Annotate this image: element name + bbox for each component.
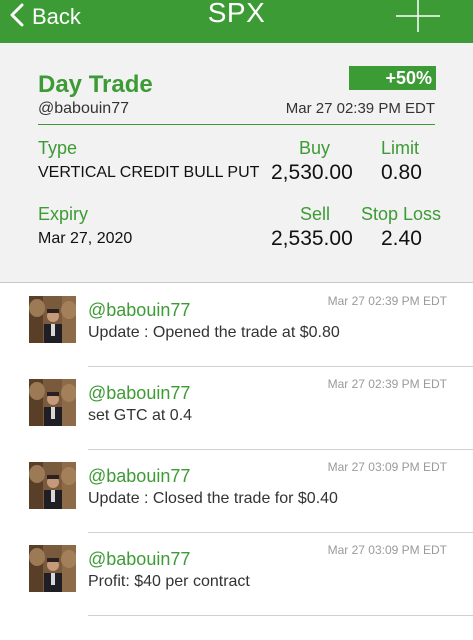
stop-loss-value: 2.40: [381, 227, 422, 250]
trade-timestamp: Mar 27 02:39 PM EDT: [285, 100, 435, 117]
post-author[interactable]: @babouin77: [88, 299, 190, 321]
post-timestamp: Mar 27 03:09 PM EDT: [327, 460, 447, 474]
list-item[interactable]: @babouin77 Mar 27 02:39 PM EDT set GTC a…: [0, 367, 473, 450]
divider: [88, 615, 473, 616]
avatar[interactable]: [29, 462, 76, 509]
type-label: Type: [38, 138, 78, 158]
plus-icon: [394, 0, 442, 38]
change-badge: +50%: [349, 66, 436, 90]
avatar[interactable]: [29, 545, 76, 592]
avatar[interactable]: [29, 296, 76, 343]
list-item[interactable]: @babouin77 Mar 27 02:39 PM EDT Update : …: [0, 284, 473, 367]
expiry-label: Expiry: [38, 204, 89, 224]
post-author[interactable]: @babouin77: [88, 548, 190, 570]
trade-author[interactable]: @babouin77: [38, 99, 129, 119]
limit-label: Limit: [381, 138, 420, 158]
stop-loss-label: Stop Loss: [361, 204, 442, 224]
post-message: Profit: $40 per contract: [88, 573, 250, 590]
navigation-bar: Back SPX: [0, 0, 473, 43]
buy-label: Buy: [299, 138, 331, 158]
expiry-value: Mar 27, 2020: [38, 230, 133, 247]
add-button[interactable]: [394, 0, 442, 34]
type-value: VERTICAL CREDIT BULL PUT: [38, 164, 260, 181]
card-divider: [38, 124, 435, 125]
post-message: Update : Closed the trade for $0.40: [88, 490, 338, 507]
post-timestamp: Mar 27 03:09 PM EDT: [327, 543, 447, 557]
post-message: set GTC at 0.4: [88, 407, 193, 424]
buy-value: 2,530.00: [271, 161, 353, 184]
post-timestamp: Mar 27 02:39 PM EDT: [327, 294, 447, 308]
trade-title: Day Trade: [38, 71, 153, 98]
post-author[interactable]: @babouin77: [88, 465, 190, 487]
sell-value: 2,535.00: [271, 227, 353, 250]
list-item[interactable]: @babouin77 Mar 27 03:09 PM EDT Update : …: [0, 450, 473, 533]
post-timestamp: Mar 27 02:39 PM EDT: [327, 377, 447, 391]
limit-value: 0.80: [381, 161, 422, 184]
list-item[interactable]: @babouin77 Mar 27 03:09 PM EDT Profit: $…: [0, 533, 473, 616]
sell-label: Sell: [300, 204, 331, 224]
post-author[interactable]: @babouin77: [88, 382, 190, 404]
avatar[interactable]: [29, 379, 76, 426]
post-message: Update : Opened the trade at $0.80: [88, 324, 340, 341]
